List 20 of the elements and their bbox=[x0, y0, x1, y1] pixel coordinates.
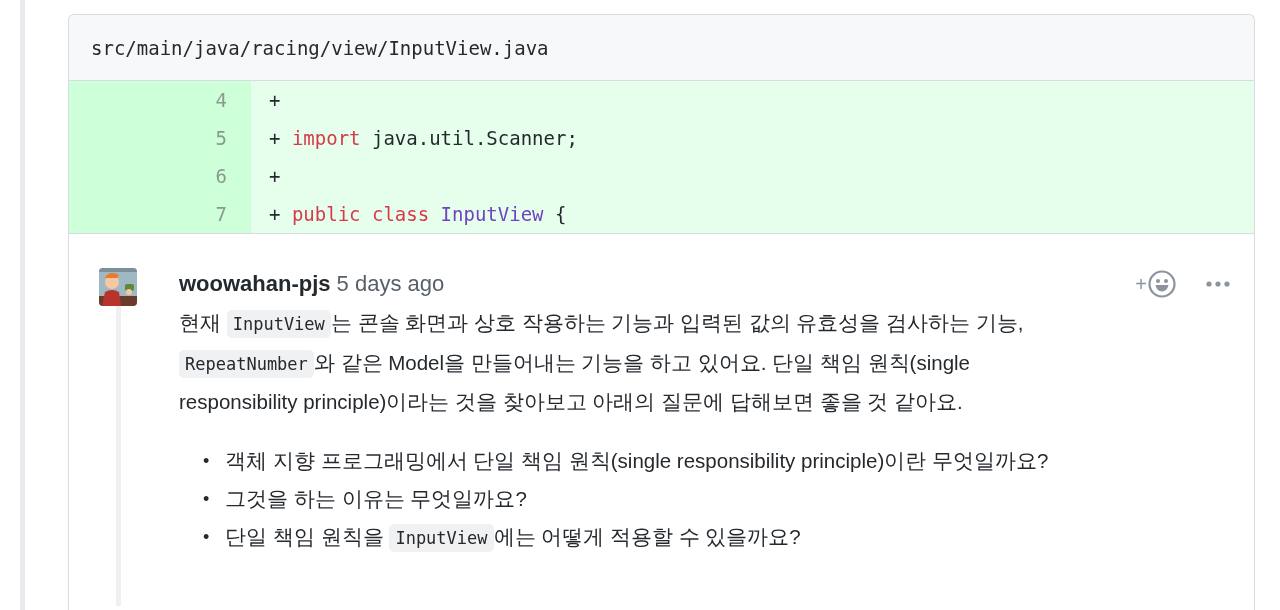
bullet-mark: • bbox=[203, 525, 210, 549]
line-number: 7 bbox=[69, 195, 251, 233]
smiley-icon bbox=[1148, 270, 1176, 298]
line-number: 6 bbox=[69, 157, 251, 195]
question-item: 객체 지향 프로그래밍에서 단일 책임 원칙(single responsibility principle)이란 무엇일까요? bbox=[225, 447, 1049, 474]
timestamp[interactable]: 5 days ago bbox=[336, 271, 445, 297]
code-line: + import java.util.Scanner; bbox=[269, 127, 578, 149]
code-line: + bbox=[269, 165, 281, 187]
file-path[interactable]: src/main/java/racing/view/InputView.java bbox=[91, 36, 549, 59]
bullet-mark: • bbox=[203, 487, 210, 511]
question-item: 단일 책임 원칙을 InputView 에는 어떻게 적용할 수 있을까요? bbox=[225, 517, 801, 557]
code-line: + bbox=[269, 89, 281, 111]
question-item: 그것을 하는 이유는 무엇일까요? bbox=[225, 485, 527, 512]
bullet-mark: • bbox=[203, 449, 210, 473]
author-name[interactable]: woowahan-pjs bbox=[179, 271, 331, 297]
line-number: 5 bbox=[69, 119, 251, 157]
comment-text: 현재 InputView 는 콘솔 화면과 상호 작용하는 기능과 입력된 값의 유효성을 검사하는 기능, RepeatNumber 와 같은 Model을 만들어내는 기능을 하고 있어요. 단일 책임 원칙(single responsibility principle)이라는 것을 찾아보고 아래의 질문에 답해보면 좋을 것 같아요. bbox=[179, 309, 1025, 415]
ellipsis-icon bbox=[1206, 281, 1230, 287]
code-line: + public class InputView { bbox=[269, 203, 567, 225]
line-number: 4 bbox=[69, 81, 251, 119]
